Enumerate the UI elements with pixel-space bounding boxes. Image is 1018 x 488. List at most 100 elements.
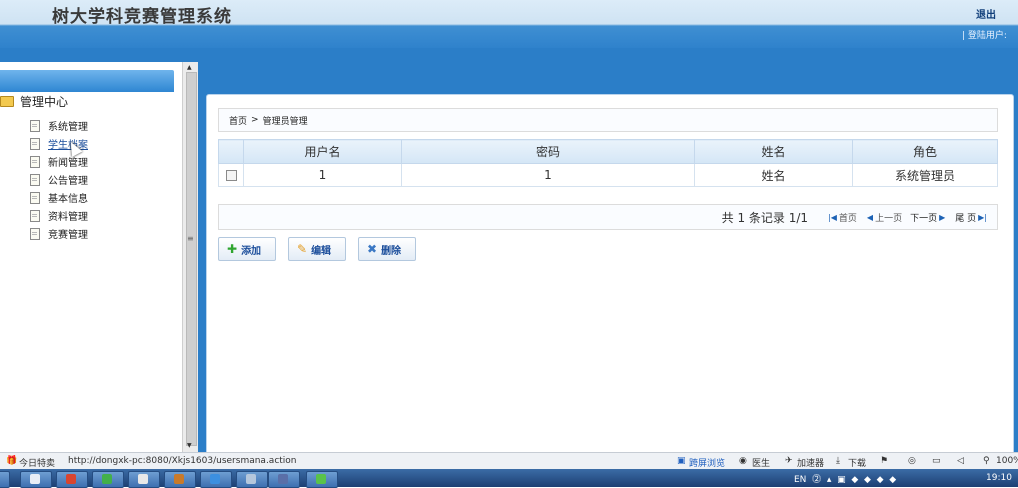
sidebar-item-label: 系统管理	[48, 122, 88, 133]
sidebar-item-system[interactable]: 系统管理	[30, 118, 88, 133]
media-icon	[66, 474, 76, 484]
cell-password: 1	[401, 163, 695, 187]
cell-role: 系统管理员	[852, 163, 998, 187]
app-header: 树大学科竞赛管理系统 退出 | 登陆用户:	[0, 0, 1018, 48]
doctor-icon: ◉	[739, 456, 747, 466]
taskbar-app-screen[interactable]	[268, 471, 300, 488]
first-page-icon: |◀	[828, 212, 837, 222]
next-page-icon: ▶	[939, 212, 946, 222]
help-icon[interactable]: ⓶ ▴ ▣ ◆ ◆ ◆ ◆	[809, 475, 896, 485]
sidebar-item-label: 基本信息	[48, 194, 88, 205]
gift-icon: 🎁	[6, 456, 18, 466]
split-view-button[interactable]: 跨屏浏览	[689, 456, 725, 469]
sidebar-item-news[interactable]: 新闻管理	[30, 154, 88, 169]
notes-icon	[138, 474, 148, 484]
window-icon[interactable]: ▭	[932, 456, 941, 466]
logout-link[interactable]: 退出	[976, 6, 996, 21]
breadcrumb-separator: >	[251, 115, 259, 125]
sidebar-item-announcement[interactable]: 公告管理	[30, 172, 88, 187]
add-button-label: 添加	[241, 245, 262, 257]
ie-icon	[210, 474, 220, 484]
system-tray: EN ⓶ ▴ ▣ ◆ ◆ ◆ ◆	[794, 472, 896, 485]
accelerator-button[interactable]: 加速器	[797, 456, 824, 469]
sidebar-item-label: 资料管理	[48, 212, 88, 223]
header-band	[0, 48, 1018, 62]
start-button[interactable]	[0, 471, 10, 488]
speaker-icon[interactable]: ◁	[957, 456, 964, 466]
prev-page-icon: ◀	[866, 212, 874, 222]
splitter-grip-icon[interactable]: ≡	[187, 234, 194, 243]
add-button[interactable]: ✚ 添加	[218, 237, 276, 261]
download-icon: ⤓	[836, 456, 840, 466]
pager-first[interactable]: |◀ 首页	[826, 211, 857, 224]
pager-next-label: 下一页	[910, 213, 938, 224]
explorer-icon	[30, 474, 40, 484]
download-button[interactable]: 下载	[848, 456, 866, 469]
sidebar-item-competition[interactable]: 竞赛管理	[30, 226, 88, 241]
breadcrumb-current: 管理员管理	[262, 116, 308, 127]
app-icon	[102, 474, 112, 484]
table-row[interactable]: 1 1 姓名 系统管理员	[218, 163, 998, 187]
scrollbar-thumb[interactable]	[186, 72, 197, 446]
delete-button-label: 删除	[381, 245, 402, 257]
sidebar-item-label: 竞赛管理	[48, 230, 88, 241]
rocket-icon: ✈	[785, 456, 793, 466]
column-header-role: 角色	[852, 139, 998, 164]
cell-username: 1	[243, 163, 402, 187]
taskbar-app-tools[interactable]	[164, 471, 196, 488]
pager-first-label: 首页	[838, 213, 857, 224]
column-header-password: 密码	[401, 139, 695, 164]
cell-name: 姓名	[694, 163, 853, 187]
pager-last-label: 尾 页	[955, 213, 977, 224]
document-icon	[30, 173, 40, 186]
login-user-label: | 登陆用户:	[962, 31, 1007, 41]
sidebar-item-label: 新闻管理	[48, 158, 88, 169]
admin-users-table: 用户名 密码 姓名 角色 1 1 姓名 系统管理员	[218, 139, 998, 187]
column-header-name: 姓名	[694, 139, 853, 164]
pencil-icon: ✎	[297, 242, 308, 256]
row-checkbox[interactable]	[225, 170, 237, 181]
os-taskbar: EN ⓶ ▴ ▣ ◆ ◆ ◆ ◆ 19:10	[0, 469, 1018, 488]
pager-prev[interactable]: ◀ 上一页	[865, 211, 902, 224]
breadcrumb-home[interactable]: 首页	[229, 114, 247, 127]
taskbar-app-ie[interactable]	[200, 471, 232, 488]
pager-summary: 共 1 条记录 1/1	[721, 210, 809, 225]
zoom-level[interactable]: 100%	[996, 456, 1018, 466]
zoom-icon: ⚲	[983, 456, 990, 466]
app-title: 树大学科竞赛管理系统	[52, 7, 232, 27]
delete-button[interactable]: ✖ 删除	[358, 237, 416, 261]
sidebar-item-basic-info[interactable]: 基本信息	[30, 190, 88, 205]
input-language[interactable]: EN	[794, 475, 806, 485]
taskbar-app-notes[interactable]	[128, 471, 160, 488]
sidebar-item-label: 公告管理	[48, 176, 88, 187]
taskbar-clock[interactable]: 19:10	[986, 473, 1012, 483]
split-view-icon: ▣	[677, 456, 686, 466]
pager-next[interactable]: 下一页 ▶	[910, 211, 947, 224]
document-icon	[30, 209, 40, 222]
pager-prev-label: 上一页	[875, 213, 903, 224]
table-header-row: 用户名 密码 姓名 角色	[218, 139, 998, 164]
browser-status-bar: 🎁 今日特卖 http://dongxk-pc:8080/Xkjs1603/us…	[0, 452, 1018, 470]
today-deals-link[interactable]: 今日特卖	[19, 456, 55, 469]
folder-open-icon	[0, 96, 14, 107]
sidebar-item-materials[interactable]: 资料管理	[30, 208, 88, 223]
sidebar-header-bar	[0, 70, 174, 92]
browser-app-icon	[316, 474, 326, 484]
pager-last[interactable]: 尾 页 ▶|	[955, 211, 989, 224]
taskbar-app-browser[interactable]	[306, 471, 338, 488]
scroll-up-arrow-icon[interactable]: ▲	[187, 64, 192, 71]
sidebar: 管理中心 系统管理 学生档案 新闻管理 公告管理 基本信息 资料管理 竞赛管理	[0, 62, 176, 452]
tree-root-management-center[interactable]: 管理中心	[0, 93, 68, 110]
browser-icon[interactable]: ◎	[908, 456, 916, 466]
taskbar-app-explorer[interactable]	[20, 471, 52, 488]
tools-icon	[174, 474, 184, 484]
edit-button[interactable]: ✎ 编辑	[288, 237, 346, 261]
taskbar-app-editor[interactable]	[236, 471, 268, 488]
plus-icon: ✚	[227, 242, 238, 256]
taskbar-app-media[interactable]	[56, 471, 88, 488]
taskbar-app-green[interactable]	[92, 471, 124, 488]
scroll-down-arrow-icon[interactable]: ▼	[187, 442, 192, 449]
flag-icon[interactable]: ⚑	[880, 456, 888, 466]
doctor-button[interactable]: 医生	[752, 456, 770, 469]
pager: 共 1 条记录 1/1 |◀ 首页 ◀ 上一页 下一页 ▶ 尾 页 ▶|	[218, 204, 998, 230]
